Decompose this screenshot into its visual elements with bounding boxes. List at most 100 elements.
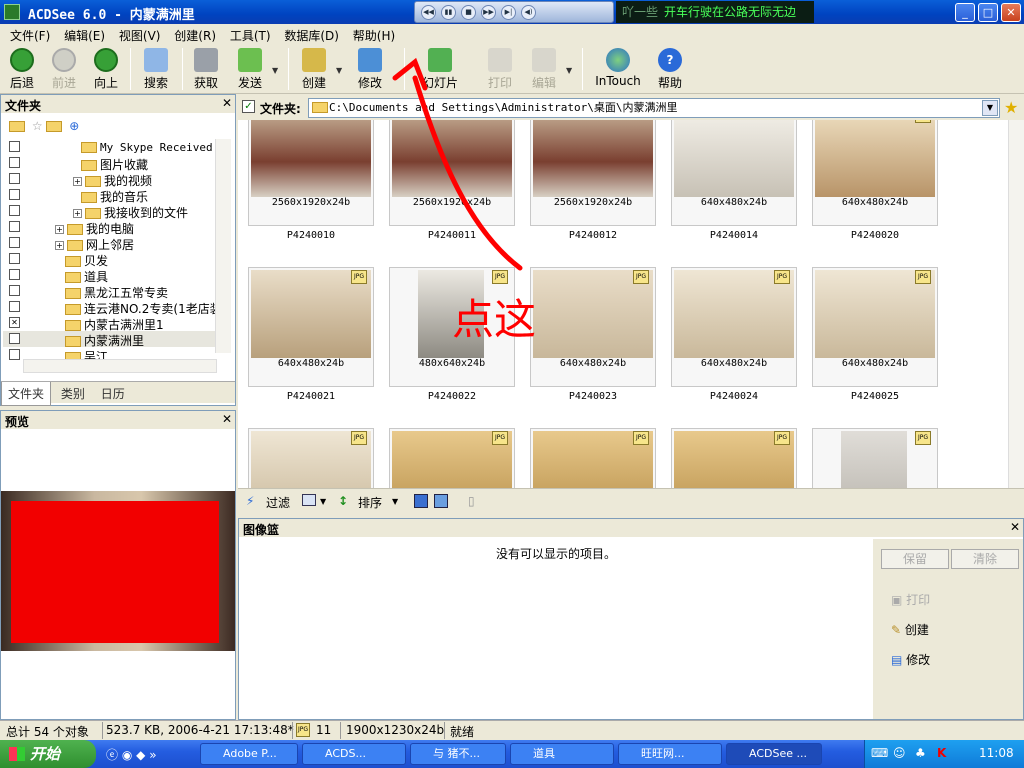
tree-checkbox[interactable]: [9, 333, 20, 344]
tree-checkbox[interactable]: [9, 205, 20, 216]
acquire-button[interactable]: 获取: [188, 46, 224, 92]
tree-horizontal-scrollbar[interactable]: [23, 359, 217, 373]
tray-app-icon[interactable]: ☺: [893, 746, 906, 760]
menu-database[interactable]: 数据库(D): [279, 25, 344, 46]
tree-vertical-scrollbar[interactable]: [215, 139, 231, 353]
tree-item[interactable]: 贝发: [3, 251, 217, 268]
maximize-button[interactable]: □: [978, 3, 998, 22]
tree-item[interactable]: 道具: [3, 267, 217, 284]
folder-open-icon[interactable]: [9, 121, 25, 132]
tree-item[interactable]: 我的音乐: [3, 187, 217, 204]
select-all-icon[interactable]: [414, 494, 428, 508]
thumbnail-item[interactable]: JPG 640x480x24b: [812, 267, 938, 387]
view-mode-icon[interactable]: [302, 494, 316, 506]
browser-icon[interactable]: ◉: [122, 748, 132, 762]
create-button[interactable]: 创建: [294, 46, 334, 92]
tab-calendar[interactable]: 日历: [95, 382, 131, 405]
address-checkbox[interactable]: ✓: [242, 100, 255, 113]
thumbnail-item[interactable]: JPG: [389, 428, 515, 488]
thumbnail-item[interactable]: JPG 640x480x24b: [671, 267, 797, 387]
thumbnail-item[interactable]: 2560x1920x24b: [389, 120, 515, 226]
thumbnail-item[interactable]: 640x480x24b: [671, 120, 797, 226]
expand-icon[interactable]: +: [55, 241, 64, 250]
start-button[interactable]: 开始: [0, 740, 96, 768]
folder-browse-icon[interactable]: [46, 121, 63, 132]
tree-checkbox[interactable]: [9, 173, 20, 184]
slideshow-button[interactable]: 幻灯片: [416, 46, 464, 92]
task-acds[interactable]: ACDS...: [302, 743, 406, 765]
app-launch-icon[interactable]: ◆: [136, 748, 145, 762]
tree-checkbox[interactable]: [9, 285, 20, 296]
menu-view[interactable]: 视图(V): [114, 25, 166, 46]
tree-checkbox[interactable]: [9, 189, 20, 200]
antivirus-icon[interactable]: K: [937, 746, 946, 760]
ie-icon[interactable]: ⓔ: [106, 748, 118, 762]
back-button[interactable]: 后退: [4, 46, 40, 92]
more-icon[interactable]: »: [149, 748, 156, 762]
tree-item[interactable]: 图片收藏: [3, 155, 217, 172]
acdsee-app-icon[interactable]: [4, 4, 20, 20]
tree-checkbox[interactable]: [9, 269, 20, 280]
hold-button[interactable]: 保留: [881, 549, 949, 569]
up-button[interactable]: 向上: [88, 46, 124, 92]
thumbnail-item[interactable]: JPG 640x480x24b: [812, 120, 938, 226]
menu-edit[interactable]: 编辑(E): [59, 25, 110, 46]
menu-help[interactable]: 帮助(H): [348, 25, 400, 46]
tab-categories[interactable]: 类别: [55, 382, 91, 405]
send-button[interactable]: 发送: [230, 46, 270, 92]
close-icon[interactable]: ✕: [1010, 520, 1020, 534]
tree-checkbox[interactable]: [9, 301, 20, 312]
thumbnail-item[interactable]: JPG 640x480x24b: [530, 267, 656, 387]
thumbnail-item[interactable]: 2560x1920x24b: [248, 120, 374, 226]
tree-checkbox[interactable]: [9, 221, 20, 232]
tree-item[interactable]: + 我接收到的文件: [3, 203, 217, 220]
tree-item[interactable]: + 我的电脑: [3, 219, 217, 236]
tray-edit-action[interactable]: ▤ 修改: [891, 651, 930, 668]
task-folder[interactable]: 道具: [510, 743, 614, 765]
create-dropdown-icon[interactable]: ▼: [336, 66, 342, 75]
expand-icon[interactable]: +: [55, 225, 64, 234]
thumbnail-item[interactable]: JPG: [530, 428, 656, 488]
tree-checkbox[interactable]: [9, 253, 20, 264]
filter-button[interactable]: 过滤: [266, 494, 290, 511]
thumbnail-item[interactable]: 2560x1920x24b: [530, 120, 656, 226]
qq-icon[interactable]: ♣: [915, 746, 926, 760]
media-volume-icon[interactable]: ◀): [521, 5, 536, 20]
tree-checkbox[interactable]: [9, 157, 20, 168]
close-button[interactable]: ✕: [1001, 3, 1021, 22]
tree-item[interactable]: + 我的视频: [3, 171, 217, 188]
thumbnail-item[interactable]: JPG: [248, 428, 374, 488]
view-dropdown-icon[interactable]: ▼: [320, 497, 326, 506]
tray-icon[interactable]: ▯: [468, 494, 475, 508]
menu-file[interactable]: 文件(F): [5, 25, 55, 46]
sort-button[interactable]: 排序: [358, 494, 382, 511]
intouch-button[interactable]: InTouch: [592, 46, 644, 92]
media-stop-button[interactable]: ■: [461, 5, 476, 20]
tray-create-action[interactable]: ✎ 创建: [891, 621, 929, 638]
favorites-star-icon[interactable]: ☆: [32, 119, 43, 133]
print-button[interactable]: 打印: [482, 46, 518, 92]
thumbnail-item[interactable]: JPG: [812, 428, 938, 488]
close-icon[interactable]: ✕: [222, 96, 232, 110]
tree-item[interactable]: 内蒙满洲里: [3, 331, 217, 348]
media-end-button[interactable]: ▶|: [501, 5, 516, 20]
thumbnail-item[interactable]: JPG 480x640x24b: [389, 267, 515, 387]
thumbnail-scrollbar[interactable]: [1008, 120, 1024, 488]
address-path-field[interactable]: C:\Documents and Settings\Administrator\…: [308, 98, 1000, 118]
menu-tools[interactable]: 工具(T): [225, 25, 276, 46]
refresh-icon[interactable]: ⊕: [69, 119, 79, 133]
clear-button[interactable]: 清除: [951, 549, 1019, 569]
help-button[interactable]: ? 帮助: [652, 46, 688, 92]
tree-checkbox[interactable]: [9, 237, 20, 248]
thumbnail-size-icon[interactable]: [434, 494, 448, 508]
tree-item[interactable]: ✕ 内蒙古满洲里1: [3, 315, 217, 332]
tray-print-action[interactable]: ▣ 打印: [891, 591, 930, 608]
task-acdsee[interactable]: ACDSee ...: [726, 743, 822, 765]
minimize-button[interactable]: _: [955, 3, 975, 22]
tree-item[interactable]: 连云港NO.2专卖(1老店装: [3, 299, 217, 316]
favorite-star-icon[interactable]: ★: [1004, 98, 1018, 117]
tree-checkbox[interactable]: [9, 141, 20, 152]
edit-modify-button[interactable]: 修改: [350, 46, 390, 92]
tree-checkbox[interactable]: [9, 349, 20, 360]
tree-item[interactable]: 黑龙江五常专卖: [3, 283, 217, 300]
